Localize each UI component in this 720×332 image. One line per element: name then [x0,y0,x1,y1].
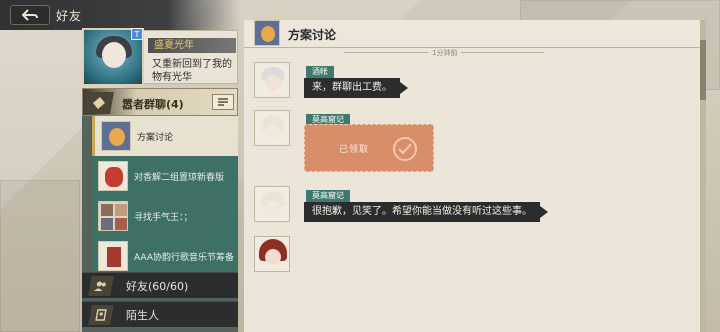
time-label: 1分钟前 [428,48,462,58]
player-name: 盛夏光年 [148,38,236,53]
player-signature: 又重新回到了我的物有光华 [152,59,232,83]
message-sender: 莫高窟记 [306,190,350,202]
message-bubble: 很抱歉，见笑了。希望你能当做没有听过这些事。 [304,202,548,222]
chat-list-item[interactable]: AAA协韵行歌音乐节筹备 [92,236,238,276]
red-packet-card[interactable]: 已领取 [304,124,434,172]
check-icon [393,137,417,161]
message-avatar[interactable] [254,62,290,98]
message-bubble: 来，群聊出工费。 [304,78,408,98]
back-arrow-icon [22,9,38,21]
message-avatar[interactable] [254,110,290,146]
friends-icon [88,275,114,296]
background-shape [0,180,80,332]
message-avatar[interactable] [254,236,290,272]
chat-list-item-label: AAA协韵行歌音乐节筹备 [134,252,234,263]
strangers-section-button[interactable]: 陌生人 [82,301,238,327]
group-chat-label: 嚣者群聊(4) [122,98,184,111]
friends-label: 好友(60/60) [126,279,189,293]
message-sender: 酒帐 [306,66,334,78]
chat-list-item[interactable]: 寻找手气王：； [92,196,238,236]
message-avatar[interactable] [254,186,290,222]
stranger-icon [88,304,114,325]
list-icon [218,98,228,106]
chat-thumb [101,121,131,151]
level-badge: T [131,28,143,40]
chat-list-item[interactable]: 对香解二组置琼新春版 [92,156,238,196]
group-settings-button[interactable] [212,94,234,110]
chat-thumb [98,201,128,231]
group-chat-icon [84,92,114,114]
chat-header: 方案讨论 [244,20,704,48]
friends-section-button[interactable]: 好友(60/60) [82,272,238,298]
chat-group-icon [254,20,280,46]
back-button[interactable] [10,5,50,25]
chat-thumb [98,161,128,191]
chat-scrollbar-thumb[interactable] [700,40,706,100]
top-bar: 好友 [0,0,240,30]
chat-thumb [98,241,128,271]
chat-list-item-label: 方案讨论 [137,132,174,143]
chat-list-item[interactable]: 方案讨论 [92,116,238,156]
chat-title: 方案讨论 [288,28,337,42]
chat-list-item-label: 寻找手气王：； [134,212,193,223]
chat-list-item-label: 对香解二组置琼新春版 [134,172,225,183]
page-title: 好友 [56,8,83,23]
strangers-label: 陌生人 [126,308,159,322]
red-packet-status: 已领取 [339,145,370,155]
